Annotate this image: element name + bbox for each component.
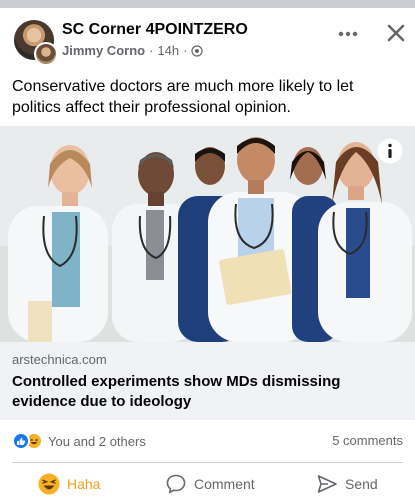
link-domain: arstechnica.com — [12, 352, 107, 367]
link-title[interactable]: Controlled experiments show MDs dismissi… — [12, 372, 404, 412]
action-bar: Haha Comment Send — [0, 468, 415, 500]
comment-button[interactable]: Comment — [165, 468, 255, 500]
reaction-count[interactable]: You and 2 others — [48, 434, 146, 449]
post-header: SC Corner 4POINTZERO Jimmy Corno · 14h · — [0, 8, 415, 70]
page-name[interactable]: SC Corner 4POINTZERO — [62, 21, 248, 39]
meta-separator-2: · — [183, 43, 188, 58]
author-avatar[interactable] — [34, 42, 58, 66]
send-button[interactable]: Send — [316, 468, 378, 500]
avatar[interactable] — [14, 20, 58, 66]
globe-icon[interactable] — [191, 44, 204, 57]
like-reaction-icon — [12, 432, 30, 450]
comment-label: Comment — [194, 476, 255, 492]
comment-count[interactable]: 5 comments — [332, 433, 403, 448]
author-name[interactable]: Jimmy Corno — [62, 43, 145, 58]
link-preview-image[interactable] — [0, 126, 415, 342]
divider — [12, 462, 403, 463]
meta-separator: · — [149, 43, 154, 58]
close-icon[interactable] — [385, 22, 407, 44]
send-label: Send — [345, 476, 378, 492]
haha-icon — [38, 473, 60, 495]
post-time[interactable]: 14h — [157, 43, 179, 58]
haha-label: Haha — [67, 476, 101, 492]
doctors-group-photo — [0, 126, 415, 342]
top-separator — [0, 0, 415, 8]
info-icon[interactable] — [377, 138, 403, 164]
post-text: Conservative doctors are much more likel… — [12, 78, 354, 116]
reaction-summary[interactable]: You and 2 others — [12, 431, 146, 451]
more-icon[interactable] — [336, 24, 360, 44]
comment-icon — [166, 474, 186, 494]
send-icon — [317, 475, 337, 493]
haha-button[interactable]: Haha — [38, 468, 100, 500]
post-meta: Jimmy Corno · 14h · — [62, 43, 204, 58]
